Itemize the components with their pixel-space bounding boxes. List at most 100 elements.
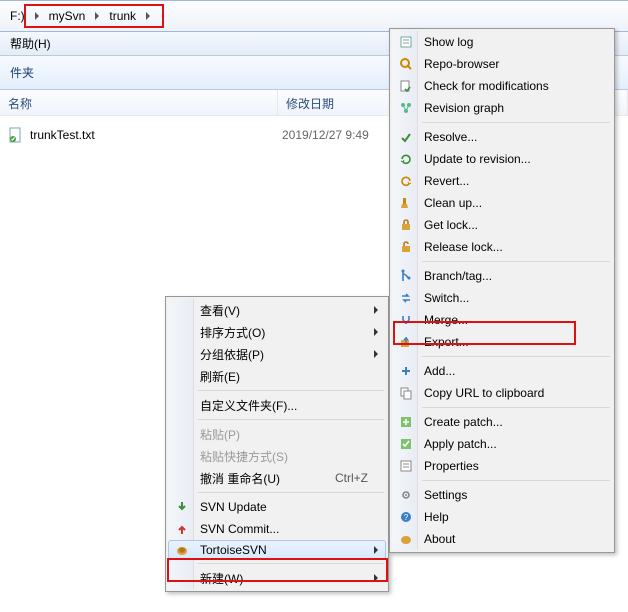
ctx-group-label: 分组依据(P) xyxy=(200,346,264,363)
ctx-undo-label: 撤消 重命名(U) xyxy=(200,470,280,487)
separator xyxy=(422,480,610,481)
svn-switch-label: Switch... xyxy=(424,291,469,305)
svn-help-label: Help xyxy=(424,510,449,524)
ctx-paste: 粘贴(P) xyxy=(168,423,386,445)
context-menu-explorer: 查看(V) 排序方式(O) 分组依据(P) 刷新(E) 自定义文件夹(F)...… xyxy=(165,296,389,592)
separator xyxy=(422,407,610,408)
chevron-right-icon xyxy=(35,12,39,20)
about-icon xyxy=(398,531,414,547)
ctx-svn-update[interactable]: SVN Update xyxy=(168,496,386,518)
svn-update-rev[interactable]: Update to revision... xyxy=(392,148,612,170)
bc-seg1-label: mySvn xyxy=(49,9,86,23)
tortoise-icon xyxy=(174,542,190,558)
ctx-refresh[interactable]: 刷新(E) xyxy=(168,365,386,387)
col-date-label: 修改日期 xyxy=(286,97,334,111)
ctx-customize-folder[interactable]: 自定义文件夹(F)... xyxy=(168,394,386,416)
merge-icon xyxy=(398,312,414,328)
file-name: trunkTest.txt xyxy=(30,128,282,142)
chevron-right-icon xyxy=(146,12,150,20)
ctx-svn-update-label: SVN Update xyxy=(200,500,267,514)
revert-icon xyxy=(398,173,414,189)
separator xyxy=(422,261,610,262)
export-icon xyxy=(398,334,414,350)
svn-resolve[interactable]: Resolve... xyxy=(392,126,612,148)
ctx-paste-label: 粘贴(P) xyxy=(200,426,240,443)
svn-repo-browser[interactable]: Repo-browser xyxy=(392,53,612,75)
log-icon xyxy=(398,34,414,50)
ctx-paste-shortcut: 粘贴快捷方式(S) xyxy=(168,445,386,467)
svn-merge[interactable]: Merge... xyxy=(392,309,612,331)
cleanup-icon xyxy=(398,195,414,211)
svn-check-mod[interactable]: Check for modifications xyxy=(392,75,612,97)
svn-create-patch-label: Create patch... xyxy=(424,415,503,429)
svn-cleanup-label: Clean up... xyxy=(424,196,482,210)
svn-properties[interactable]: Properties xyxy=(392,455,612,477)
resolve-icon xyxy=(398,129,414,145)
file-date: 2019/12/27 9:49 xyxy=(282,128,369,142)
ctx-paste-shortcut-label: 粘贴快捷方式(S) xyxy=(200,448,288,465)
svn-revert-label: Revert... xyxy=(424,174,469,188)
svn-merge-label: Merge... xyxy=(424,313,468,327)
svn-rev-graph[interactable]: Revision graph xyxy=(392,97,612,119)
ctx-svn-commit[interactable]: SVN Commit... xyxy=(168,518,386,540)
svn-update-icon xyxy=(174,499,190,515)
rev-graph-icon xyxy=(398,100,414,116)
svn-apply-patch-label: Apply patch... xyxy=(424,437,497,451)
submenu-arrow-icon xyxy=(374,574,378,582)
switch-icon xyxy=(398,290,414,306)
chevron-right-icon xyxy=(95,12,99,20)
separator xyxy=(198,492,384,493)
svn-cleanup[interactable]: Clean up... xyxy=(392,192,612,214)
svn-release-lock[interactable]: Release lock... xyxy=(392,236,612,258)
separator xyxy=(422,122,610,123)
ctx-svn-commit-label: SVN Commit... xyxy=(200,522,279,536)
help-icon: ? xyxy=(398,509,414,525)
submenu-arrow-icon xyxy=(374,306,378,314)
ctx-refresh-label: 刷新(E) xyxy=(200,368,240,385)
svn-revert[interactable]: Revert... xyxy=(392,170,612,192)
toolbar-folders[interactable]: 件夹 xyxy=(10,64,34,81)
ctx-tortoise-label: TortoiseSVN xyxy=(200,543,267,557)
separator xyxy=(422,356,610,357)
ctx-tortoisesvn[interactable]: TortoiseSVN xyxy=(168,540,386,560)
svn-copy-url[interactable]: Copy URL to clipboard xyxy=(392,382,612,404)
svn-add[interactable]: Add... xyxy=(392,360,612,382)
svn-resolve-label: Resolve... xyxy=(424,130,477,144)
svn-help[interactable]: ? Help xyxy=(392,506,612,528)
svn-export[interactable]: Export... xyxy=(392,331,612,353)
svn-get-lock[interactable]: Get lock... xyxy=(392,214,612,236)
ctx-undo-rename[interactable]: 撤消 重命名(U) Ctrl+Z xyxy=(168,467,386,489)
svn-copy-url-label: Copy URL to clipboard xyxy=(424,386,544,400)
svn-apply-patch[interactable]: Apply patch... xyxy=(392,433,612,455)
ctx-sort[interactable]: 排序方式(O) xyxy=(168,321,386,343)
svn-properties-label: Properties xyxy=(424,459,479,473)
ctx-customize-label: 自定义文件夹(F)... xyxy=(200,397,297,414)
ctx-new[interactable]: 新建(W) xyxy=(168,567,386,589)
bc-seg2[interactable]: trunk xyxy=(103,4,142,28)
submenu-arrow-icon xyxy=(374,328,378,336)
settings-icon xyxy=(398,487,414,503)
menu-help[interactable]: 帮助(H) xyxy=(4,33,57,54)
svn-switch[interactable]: Switch... xyxy=(392,287,612,309)
svn-create-patch[interactable]: Create patch... xyxy=(392,411,612,433)
svn-about[interactable]: About xyxy=(392,528,612,550)
svn-show-log[interactable]: Show log xyxy=(392,31,612,53)
bc-seg1[interactable]: mySvn xyxy=(43,4,92,28)
bc-seg2-label: trunk xyxy=(109,9,136,23)
ctx-group[interactable]: 分组依据(P) xyxy=(168,343,386,365)
svn-add-label: Add... xyxy=(424,364,455,378)
apply-patch-icon xyxy=(398,436,414,452)
col-name[interactable]: 名称 xyxy=(0,90,278,115)
ctx-view[interactable]: 查看(V) xyxy=(168,299,386,321)
svn-about-label: About xyxy=(424,532,455,546)
svn-settings[interactable]: Settings xyxy=(392,484,612,506)
ctx-view-label: 查看(V) xyxy=(200,302,240,319)
bc-drive[interactable]: F:) xyxy=(4,4,31,28)
bc-drive-label: F:) xyxy=(10,9,25,23)
lock-icon xyxy=(398,217,414,233)
submenu-arrow-icon xyxy=(374,546,378,554)
svn-commit-icon xyxy=(174,521,190,537)
svn-export-label: Export... xyxy=(424,335,469,349)
svn-branch-tag[interactable]: Branch/tag... xyxy=(392,265,612,287)
create-patch-icon xyxy=(398,414,414,430)
